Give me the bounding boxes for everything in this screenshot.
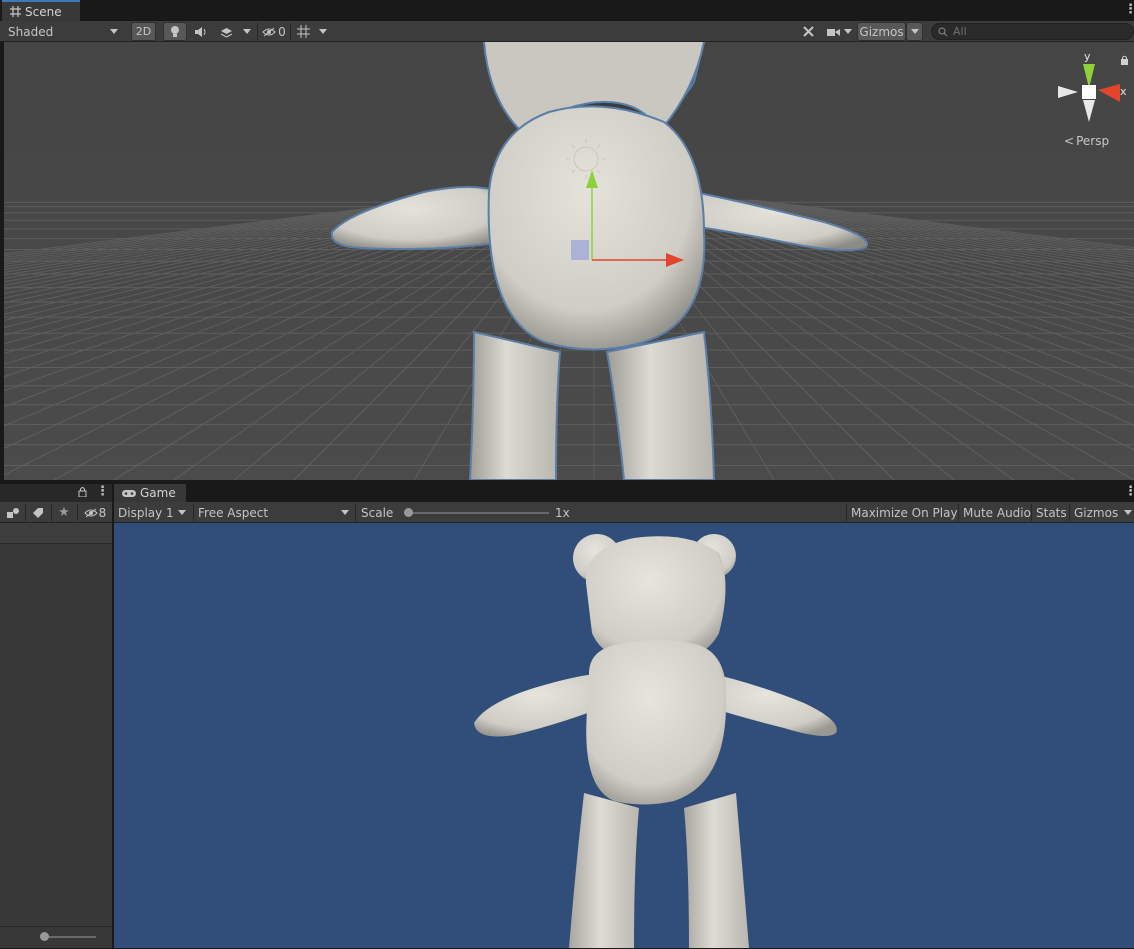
display-value: Display 1 [118,505,174,520]
game-gizmos-dropdown[interactable] [1122,503,1134,522]
grid-icon [10,6,21,17]
hierarchy-tab-bar: ⋮ [0,484,112,502]
scene-viewport[interactable]: y x < Persp [4,42,1134,480]
scene-menu-icon[interactable]: ⋮ [1124,2,1134,17]
game-toolbar: Display 1 Free Aspect Scale 1x Maximize … [114,502,1134,523]
hierarchy-toolbar: ★ 8 [0,502,112,523]
aspect-dropdown[interactable]: Free Aspect [194,503,354,522]
gizmos-dropdown[interactable] [906,22,923,41]
search-icon [938,27,948,36]
stats-toggle[interactable]: Stats [1032,503,1071,522]
scene-hidden-count: 0 [278,24,286,39]
camera-icon [826,28,840,36]
favorites-button[interactable]: ★ [53,503,75,522]
gizmo-xy-plane[interactable] [571,240,589,260]
hidden-objects-toggle[interactable]: 8 [80,503,110,522]
gizmo-axis-negy-cone[interactable] [1083,100,1095,122]
chevron-down-icon [843,29,852,34]
lock-icon[interactable] [1120,54,1129,68]
toggle-2d-label: 2D [135,25,152,38]
chevron-down-icon [243,29,251,34]
lightbulb-icon [171,26,179,37]
projection-toggle[interactable]: < Persp [1064,134,1109,148]
search-placeholder: All [953,25,967,38]
scene-toolbar: Shaded 2D 0 Gizmos All [0,21,1134,42]
gamepad-icon [122,489,136,497]
scale-label: Scale [361,505,394,520]
scale-slider[interactable] [404,508,549,517]
gizmos-button[interactable]: Gizmos [857,22,906,41]
tools-button[interactable] [797,22,819,41]
filter-icon [6,507,19,518]
star-icon: ★ [58,505,70,520]
scene-visibility-filter[interactable] [2,503,24,522]
gizmo-center-cube[interactable] [1082,85,1096,99]
gizmos-label: Gizmos [859,24,904,39]
lighting-toggle[interactable] [163,22,187,41]
game-tab-label: Game [140,486,176,500]
grid-toggle[interactable] [292,22,314,41]
game-menu-icon[interactable]: ⋮ [1124,484,1134,499]
game-viewport[interactable] [114,523,1134,948]
camera-button[interactable] [823,22,855,41]
toolbar-divider [355,504,356,521]
chevron-down-icon [319,29,327,34]
scene-visibility-toggle[interactable]: 0 [259,22,289,41]
scene-tab-label: Scene [25,4,62,19]
hierarchy-header-row [0,523,112,544]
icon-size-slider[interactable] [40,932,96,941]
toggle-2d-button[interactable]: 2D [131,22,156,41]
gizmo-label-y: y [1084,50,1091,63]
gizmo-axis-y-cone[interactable] [1083,64,1095,88]
effects-toggle[interactable] [214,22,238,41]
aspect-value: Free Aspect [198,505,269,520]
chevron-down-icon [1124,510,1132,515]
hierarchy-menu-icon[interactable]: ⋮ [96,484,109,499]
grid-dropdown[interactable] [315,22,331,41]
tab-game[interactable]: Game [114,484,186,502]
scene-search-field[interactable]: All [931,23,1134,40]
audio-toggle[interactable] [188,22,212,41]
display-dropdown[interactable]: Display 1 [114,503,192,522]
gizmo-axis-x-cone[interactable] [1098,84,1120,102]
label-filter-button[interactable] [27,503,49,522]
shading-mode-value: Shaded [8,24,54,39]
lock-icon[interactable] [78,486,87,500]
persp-icon: < [1064,134,1075,148]
hierarchy-hidden-count: 8 [98,505,107,520]
toolbar-divider [257,23,258,40]
tab-scene[interactable]: Scene [2,0,80,21]
hierarchy-panel[interactable] [0,523,112,948]
layers-icon [220,27,232,38]
effects-dropdown[interactable] [239,22,255,41]
hidden-eye-icon [262,27,276,36]
game-tab-bar: Game ⋮ [114,484,1134,502]
chevron-down-icon [341,510,349,515]
scale-value: 1x [555,505,570,520]
toolbar-divider [25,504,26,521]
shading-mode-dropdown[interactable]: Shaded [2,22,124,41]
chevron-down-icon [178,510,186,515]
tag-icon [33,507,43,518]
scale-slider-thumb[interactable] [404,508,413,517]
gizmo-label-x: x [1120,85,1127,98]
toolbar-divider [51,504,52,521]
toolbar-divider [77,504,78,521]
mute-audio-toggle[interactable]: Mute Audio [959,503,1035,522]
persp-label: Persp [1076,134,1110,148]
hidden-eye-icon [83,508,98,517]
grid-snap-icon [296,25,310,38]
toolbar-divider [290,23,291,40]
chevron-down-icon [110,29,118,34]
scene-tab-bar: Scene ⋮ [0,0,1134,21]
gizmo-axis-negx-cone[interactable] [1058,86,1078,98]
chevron-down-icon [910,29,919,34]
wrench-icon [802,26,814,37]
maximize-on-play-toggle[interactable]: Maximize On Play [847,503,962,522]
speaker-icon [194,26,205,37]
game-gizmos-toggle[interactable]: Gizmos [1070,503,1122,522]
icon-size-slider-thumb[interactable] [40,932,49,941]
